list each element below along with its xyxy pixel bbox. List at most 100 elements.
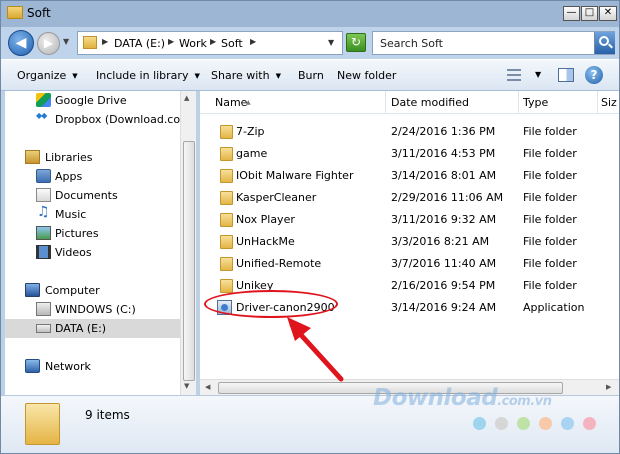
folder-icon [25, 403, 60, 445]
file-type: File folder [523, 279, 577, 292]
windows-drive-icon [36, 302, 51, 316]
nav-scroll-thumb[interactable] [183, 141, 195, 381]
preview-pane-icon[interactable] [558, 68, 574, 82]
file-date-modified: 2/24/2016 1:36 PM [391, 125, 496, 138]
nav-item-documents[interactable]: Documents [5, 186, 181, 205]
breadcrumb-chevron-icon[interactable]: ▶ [250, 37, 256, 46]
nav-scrollbar[interactable]: ▲ ▼ [180, 91, 196, 395]
folder-icon [220, 147, 233, 161]
address-row: ◀ ▶ ▼ ▶ DATA (E:) ▶ Work ▶ Soft ▶ ▼ ↻ Se… [1, 27, 619, 59]
scroll-up-icon[interactable]: ▲ [184, 94, 189, 102]
folder-icon [220, 125, 233, 139]
column-type[interactable]: Type [519, 91, 598, 114]
file-name: UnHackMe [236, 235, 295, 248]
file-date-modified: 3/7/2016 11:40 AM [391, 257, 497, 270]
file-date-modified: 3/11/2016 4:53 PM [391, 147, 496, 160]
file-date-modified: 3/3/2016 8:21 AM [391, 235, 490, 248]
search-input[interactable]: Search Soft [372, 31, 615, 55]
file-type: File folder [523, 257, 577, 270]
nav-item-data-drive[interactable]: DATA (E:) [5, 319, 181, 338]
file-name: Nox Player [236, 213, 295, 226]
search-button[interactable] [594, 32, 615, 54]
file-type: File folder [523, 213, 577, 226]
burn-button[interactable]: Burn [298, 69, 324, 82]
folder-icon [83, 36, 97, 49]
nav-item-videos[interactable]: Videos [5, 243, 181, 262]
items-count: 9 items [85, 408, 130, 422]
sort-ascending-icon: ▲ [246, 99, 251, 106]
include-in-library-menu[interactable]: Include in library ▼ [96, 69, 200, 82]
file-date-modified: 3/14/2016 8:01 AM [391, 169, 497, 182]
chevron-down-icon: ▼ [275, 72, 281, 80]
views-chevron-down-icon[interactable]: ▼ [535, 70, 541, 79]
forward-button[interactable]: ▶ [37, 32, 60, 55]
nav-item-windows-drive[interactable]: WINDOWS (C:) [5, 300, 181, 319]
help-icon[interactable]: ? [585, 66, 603, 84]
nav-item-libraries[interactable]: Libraries [5, 148, 181, 167]
command-bar: Organize ▼ Include in library ▼ Share with… [1, 59, 619, 91]
file-type: File folder [523, 191, 577, 204]
breadcrumb-work[interactable]: Work [179, 37, 207, 50]
file-date-modified: 3/14/2016 9:24 AM [391, 301, 497, 314]
dropbox-icon [36, 111, 51, 126]
scroll-right-icon[interactable]: ▶ [606, 383, 611, 391]
file-row[interactable]: Nox Player 3/11/2016 9:32 AM File folder [200, 209, 619, 231]
folder-icon [220, 279, 233, 293]
scroll-down-icon[interactable]: ▼ [184, 382, 189, 390]
file-row[interactable]: 7-Zip 2/24/2016 1:36 PM File folder [200, 121, 619, 143]
network-icon [25, 359, 40, 373]
share-with-menu[interactable]: Share with ▼ [211, 69, 281, 82]
file-type: File folder [523, 147, 577, 160]
file-type: File folder [523, 125, 577, 138]
folder-icon [220, 257, 233, 271]
column-size[interactable]: Siz [598, 91, 619, 114]
navigation-pane: Google Drive Dropbox (Download.com.v Lib… [5, 91, 183, 395]
column-name[interactable]: Name ▲ [200, 91, 386, 114]
nav-item-computer[interactable]: Computer [5, 281, 181, 300]
breadcrumb-chevron-icon[interactable]: ▶ [102, 37, 108, 46]
file-date-modified: 2/16/2016 9:54 PM [391, 279, 496, 292]
file-name: KasperCleaner [236, 191, 317, 204]
nav-item-google-drive[interactable]: Google Drive [5, 91, 181, 110]
folder-icon [220, 191, 233, 205]
file-name: 7-Zip [236, 125, 265, 138]
scroll-left-icon[interactable]: ◀ [205, 383, 210, 391]
breadcrumb-chevron-icon[interactable]: ▶ [168, 37, 174, 46]
libraries-icon [25, 150, 40, 164]
minimize-button[interactable]: — [563, 6, 580, 21]
file-name: Unified-Remote [236, 257, 322, 270]
file-row[interactable]: UnHackMe 3/3/2016 8:21 AM File folder [200, 231, 619, 253]
back-button[interactable]: ◀ [8, 30, 34, 56]
address-bar[interactable]: ▶ DATA (E:) ▶ Work ▶ Soft ▶ ▼ [77, 31, 343, 55]
file-row[interactable]: KasperCleaner 2/29/2016 11:06 AM File fold… [200, 187, 619, 209]
file-name: game [236, 147, 268, 160]
close-button[interactable]: ✕ [599, 6, 617, 21]
file-type: File folder [523, 169, 577, 182]
column-header-row: Name ▲ Date modified Type Siz [200, 91, 619, 114]
nav-item-dropbox[interactable]: Dropbox (Download.com.v [5, 110, 182, 129]
window-title: Soft [27, 6, 51, 20]
nav-item-apps[interactable]: Apps [5, 167, 181, 186]
chevron-down-icon: ▼ [72, 72, 78, 80]
refresh-button[interactable]: ↻ [346, 33, 366, 52]
nav-item-music[interactable]: Music [5, 204, 181, 224]
file-row[interactable]: game 3/11/2016 4:53 PM File folder [200, 143, 619, 165]
folder-icon [220, 235, 233, 249]
organize-menu[interactable]: Organize ▼ [17, 69, 78, 82]
column-date-modified[interactable]: Date modified [386, 91, 519, 114]
nav-item-pictures[interactable]: Pictures [5, 224, 181, 243]
nav-item-network[interactable]: Network [5, 357, 181, 376]
recent-pages-chevron-down-icon[interactable]: ▼ [63, 37, 69, 46]
views-icon[interactable] [507, 69, 521, 81]
file-row[interactable]: Unified-Remote 3/7/2016 11:40 AM File fold… [200, 253, 619, 275]
new-folder-button[interactable]: New folder [337, 69, 396, 82]
address-dropdown-chevron-down-icon[interactable]: ▼ [328, 38, 334, 47]
drive-icon [36, 324, 51, 333]
breadcrumb-soft[interactable]: Soft [221, 37, 243, 50]
breadcrumb-drive[interactable]: DATA (E:) [114, 37, 165, 50]
chevron-down-icon: ▼ [194, 72, 200, 80]
watermark-dots [473, 417, 613, 431]
breadcrumb-chevron-icon[interactable]: ▶ [210, 37, 216, 46]
file-row[interactable]: IObit Malware Fighter 3/14/2016 8:01 AM Fi… [200, 165, 619, 187]
maximize-button[interactable]: □ [581, 6, 598, 21]
